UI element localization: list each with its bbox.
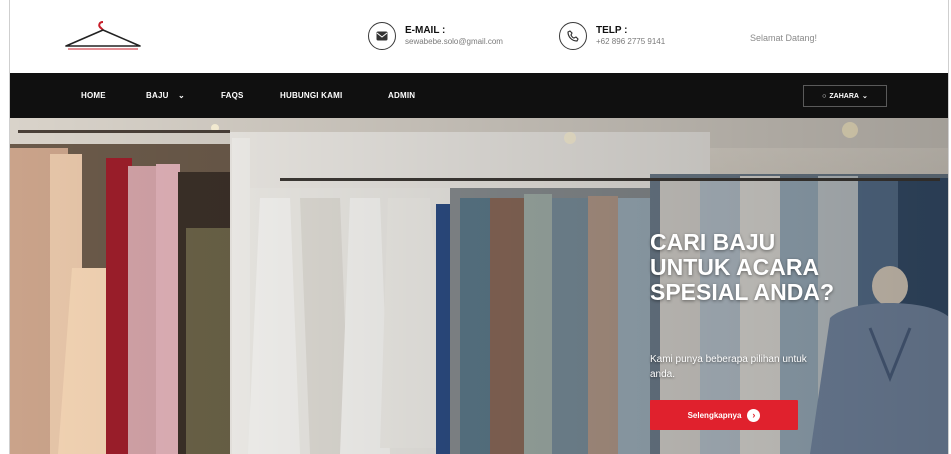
phone-contact: TELP : +62 896 2775 9141 bbox=[559, 22, 665, 50]
top-header: E-MAIL : sewabebe.solo@gmail.com TELP : … bbox=[10, 0, 948, 73]
phone-label: TELP : bbox=[596, 25, 628, 36]
email-contact: E-MAIL : sewabebe.solo@gmail.com bbox=[368, 22, 503, 50]
nav-item-hubungi-kami[interactable]: HUBUNGI KAMI bbox=[280, 91, 342, 100]
hero-title: CARI BAJU UNTUK ACARA SPESIAL ANDA? bbox=[650, 230, 890, 305]
nav-item-admin[interactable]: ADMIN bbox=[388, 91, 415, 100]
nav-item-baju[interactable]: BAJU ⌄ bbox=[146, 91, 185, 100]
nav-item-home[interactable]: HOME bbox=[81, 91, 106, 100]
arrow-right-circle-icon: › bbox=[747, 408, 761, 422]
chevron-down-icon: ⌄ bbox=[178, 91, 185, 100]
phone-icon bbox=[559, 22, 587, 50]
hero-banner: CARI BAJU UNTUK ACARA SPESIAL ANDA? Kami… bbox=[10, 118, 948, 454]
page: E-MAIL : sewabebe.solo@gmail.com TELP : … bbox=[9, 0, 949, 454]
user-name: ZAHARA bbox=[829, 92, 859, 100]
chevron-down-icon: ⌄ bbox=[861, 93, 868, 100]
hero-subtitle: Kami punya beberapa pilihan untuk anda. bbox=[650, 354, 807, 380]
hanger-logo[interactable] bbox=[60, 18, 146, 54]
user-icon: ○ bbox=[822, 92, 827, 100]
main-nav: HOME BAJU ⌄ FAQS HUBUNGI KAMI ADMIN ○ ZA… bbox=[10, 73, 948, 118]
welcome-text: Selamat Datang! bbox=[750, 33, 818, 43]
nav-item-faqs[interactable]: FAQS bbox=[221, 91, 244, 100]
phone-value[interactable]: +62 896 2775 9141 bbox=[596, 36, 665, 47]
nav-item-baju-label: BAJU bbox=[146, 91, 169, 100]
email-value[interactable]: sewabebe.solo@gmail.com bbox=[405, 36, 503, 47]
learn-more-button[interactable]: Selengkapnya › bbox=[650, 400, 798, 430]
hero-title-line-1: CARI BAJU bbox=[650, 229, 776, 255]
envelope-icon bbox=[368, 22, 396, 50]
user-menu-button[interactable]: ○ ZAHARA ⌄ bbox=[803, 85, 887, 107]
email-label: E-MAIL : bbox=[405, 25, 446, 36]
learn-more-label: Selengkapnya bbox=[687, 410, 742, 420]
hero-title-line-2: UNTUK ACARA bbox=[650, 254, 820, 280]
hero-title-line-3: SPESIAL ANDA? bbox=[650, 279, 835, 305]
